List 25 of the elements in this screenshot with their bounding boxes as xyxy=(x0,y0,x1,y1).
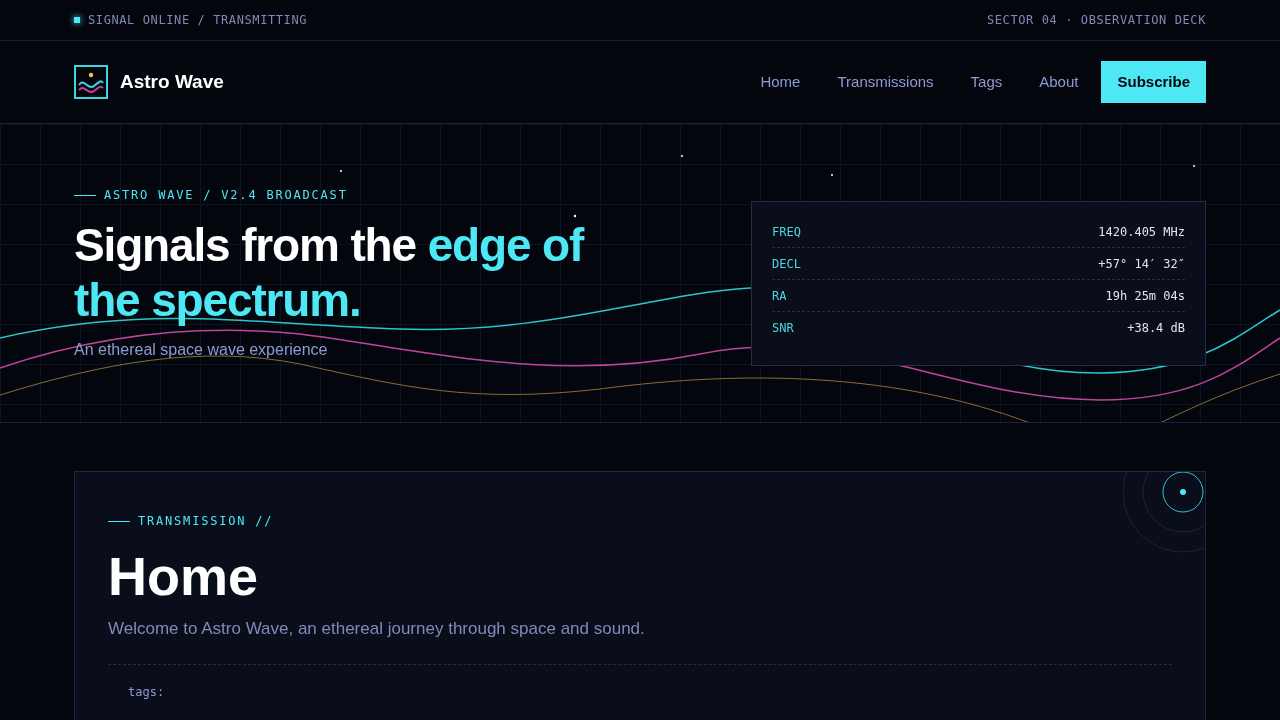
readout-label: RA xyxy=(772,287,787,305)
tags-label: tags: xyxy=(128,684,165,699)
hero-subtitle: An ethereal space wave experience xyxy=(74,340,329,360)
status-text: SIGNAL ONLINE / TRANSMITTING xyxy=(88,12,308,29)
hero-eyebrow: ASTRO WAVE / V2.4 BROADCAST xyxy=(104,187,348,204)
location-text: SECTOR 04 · OBSERVATION DECK xyxy=(986,12,1206,29)
nav-link[interactable]: Tags xyxy=(970,70,1003,94)
subscribe-button[interactable]: Subscribe xyxy=(1101,61,1206,103)
card-title: Home xyxy=(108,545,260,608)
nav-link[interactable]: About xyxy=(1039,70,1079,94)
readout-label: DECL xyxy=(772,255,801,273)
readout-value: +38.4 dB xyxy=(1127,320,1185,337)
brand-name[interactable]: Astro Wave xyxy=(120,67,224,97)
card-eyebrow: TRANSMISSION // xyxy=(138,513,274,530)
card-description: Welcome to Astro Wave, an ethereal journey through space and sound. xyxy=(108,618,646,640)
readout-value: 1420.405 MHz xyxy=(1098,223,1185,241)
readout-label: FREQ xyxy=(772,223,801,241)
nav-link[interactable]: Transmissions xyxy=(837,70,934,94)
logo-icon xyxy=(74,65,108,99)
readout-label: SNR xyxy=(772,320,794,337)
status-indicator-icon xyxy=(74,17,80,23)
hero-title: Signals from the edge of the spectrum. xyxy=(74,218,586,328)
readout-value: 19h 25m 04s xyxy=(1105,287,1185,305)
nav-link[interactable]: Home xyxy=(760,70,801,94)
readout-value: +57° 14′ 32″ xyxy=(1098,255,1185,273)
